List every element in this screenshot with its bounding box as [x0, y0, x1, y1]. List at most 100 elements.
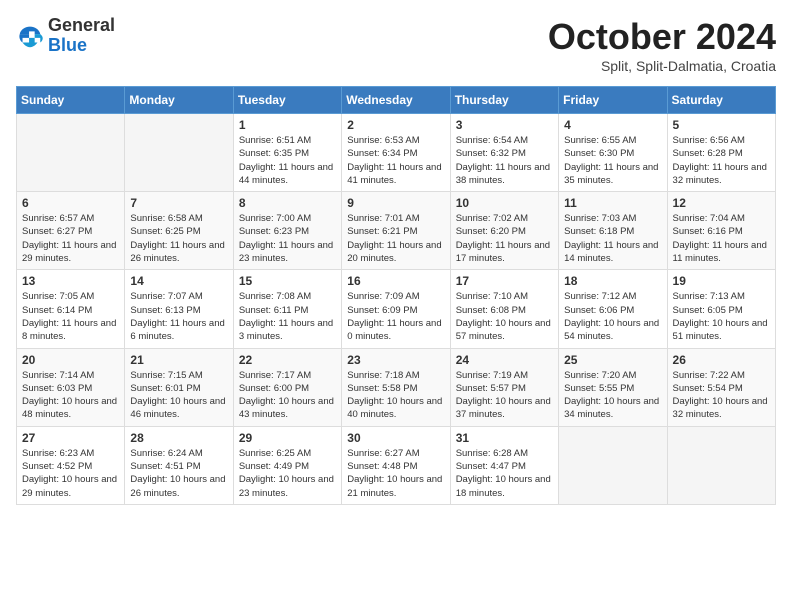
- day-info: Sunrise: 7:00 AM Sunset: 6:23 PM Dayligh…: [239, 212, 336, 265]
- weekday-header-friday: Friday: [559, 87, 667, 114]
- day-number: 8: [239, 196, 336, 210]
- day-info: Sunrise: 6:27 AM Sunset: 4:48 PM Dayligh…: [347, 447, 444, 500]
- day-number: 18: [564, 274, 661, 288]
- day-number: 9: [347, 196, 444, 210]
- calendar-cell: 29 Sunrise: 6:25 AM Sunset: 4:49 PM Dayli…: [233, 426, 341, 504]
- day-info: Sunrise: 6:24 AM Sunset: 4:51 PM Dayligh…: [130, 447, 227, 500]
- calendar-cell: 5Sunrise: 6:56 AM Sunset: 6:28 PM Daylig…: [667, 114, 775, 192]
- day-info: Sunrise: 7:02 AM Sunset: 6:20 PM Dayligh…: [456, 212, 553, 265]
- calendar-cell: 6 Sunrise: 6:57 AM Sunset: 6:27 PM Daylig…: [17, 192, 125, 270]
- calendar-cell: [17, 114, 125, 192]
- calendar-cell: 4Sunrise: 6:55 AM Sunset: 6:30 PM Daylig…: [559, 114, 667, 192]
- day-number: 25: [564, 353, 661, 367]
- day-number: 27: [22, 431, 119, 445]
- calendar-cell: 31Sunrise: 6:28 AM Sunset: 4:47 PM Dayli…: [450, 426, 558, 504]
- calendar-cell: 16Sunrise: 7:09 AM Sunset: 6:09 PM Dayli…: [342, 270, 450, 348]
- calendar-cell: 14 Sunrise: 7:07 AM Sunset: 6:13 PM Dayli…: [125, 270, 233, 348]
- day-number: 3: [456, 118, 553, 132]
- calendar-cell: 23 Sunrise: 7:18 AM Sunset: 5:58 PM Dayli…: [342, 348, 450, 426]
- day-info: Sunrise: 7:12 AM Sunset: 6:06 PM Dayligh…: [564, 290, 661, 343]
- weekday-header-saturday: Saturday: [667, 87, 775, 114]
- week-row-5: 27 Sunrise: 6:23 AM Sunset: 4:52 PM Dayli…: [17, 426, 776, 504]
- day-info: Sunrise: 7:22 AM Sunset: 5:54 PM Dayligh…: [673, 369, 770, 422]
- day-number: 11: [564, 196, 661, 210]
- day-number: 6: [22, 196, 119, 210]
- day-number: 7: [130, 196, 227, 210]
- calendar-cell: 8 Sunrise: 7:00 AM Sunset: 6:23 PM Daylig…: [233, 192, 341, 270]
- calendar-cell: 17Sunrise: 7:10 AM Sunset: 6:08 PM Dayli…: [450, 270, 558, 348]
- calendar-cell: 21 Sunrise: 7:15 AM Sunset: 6:01 PM Dayli…: [125, 348, 233, 426]
- day-number: 5: [673, 118, 770, 132]
- location-subtitle: Split, Split-Dalmatia, Croatia: [548, 58, 776, 74]
- calendar-cell: 9 Sunrise: 7:01 AM Sunset: 6:21 PM Daylig…: [342, 192, 450, 270]
- logo-general: General: [48, 16, 115, 36]
- logo: General Blue: [16, 16, 115, 56]
- day-number: 30: [347, 431, 444, 445]
- weekday-header-row: SundayMondayTuesdayWednesdayThursdayFrid…: [17, 87, 776, 114]
- day-number: 29: [239, 431, 336, 445]
- weekday-header-sunday: Sunday: [17, 87, 125, 114]
- weekday-header-monday: Monday: [125, 87, 233, 114]
- day-number: 14: [130, 274, 227, 288]
- calendar-cell: 1Sunrise: 6:51 AM Sunset: 6:35 PM Daylig…: [233, 114, 341, 192]
- day-info: Sunrise: 7:18 AM Sunset: 5:58 PM Dayligh…: [347, 369, 444, 422]
- calendar-cell: 15Sunrise: 7:08 AM Sunset: 6:11 PM Dayli…: [233, 270, 341, 348]
- day-info: Sunrise: 6:57 AM Sunset: 6:27 PM Dayligh…: [22, 212, 119, 265]
- day-number: 4: [564, 118, 661, 132]
- day-number: 12: [673, 196, 770, 210]
- day-number: 19: [673, 274, 770, 288]
- month-title: October 2024: [548, 16, 776, 58]
- week-row-4: 20 Sunrise: 7:14 AM Sunset: 6:03 PM Dayli…: [17, 348, 776, 426]
- day-info: Sunrise: 6:28 AM Sunset: 4:47 PM Dayligh…: [456, 447, 553, 500]
- calendar-cell: 7 Sunrise: 6:58 AM Sunset: 6:25 PM Daylig…: [125, 192, 233, 270]
- day-number: 23: [347, 353, 444, 367]
- day-info: Sunrise: 6:25 AM Sunset: 4:49 PM Dayligh…: [239, 447, 336, 500]
- day-number: 22: [239, 353, 336, 367]
- day-number: 16: [347, 274, 444, 288]
- calendar-cell: [125, 114, 233, 192]
- calendar-cell: 2 Sunrise: 6:53 AM Sunset: 6:34 PM Daylig…: [342, 114, 450, 192]
- week-row-3: 13Sunrise: 7:05 AM Sunset: 6:14 PM Dayli…: [17, 270, 776, 348]
- day-info: Sunrise: 7:04 AM Sunset: 6:16 PM Dayligh…: [673, 212, 770, 265]
- calendar-cell: 3 Sunrise: 6:54 AM Sunset: 6:32 PM Daylig…: [450, 114, 558, 192]
- calendar-cell: 20 Sunrise: 7:14 AM Sunset: 6:03 PM Dayli…: [17, 348, 125, 426]
- day-number: 21: [130, 353, 227, 367]
- calendar-cell: 30 Sunrise: 6:27 AM Sunset: 4:48 PM Dayli…: [342, 426, 450, 504]
- day-info: Sunrise: 6:53 AM Sunset: 6:34 PM Dayligh…: [347, 134, 444, 187]
- calendar-cell: 19 Sunrise: 7:13 AM Sunset: 6:05 PM Dayli…: [667, 270, 775, 348]
- day-info: Sunrise: 7:17 AM Sunset: 6:00 PM Dayligh…: [239, 369, 336, 422]
- calendar-cell: [559, 426, 667, 504]
- day-number: 20: [22, 353, 119, 367]
- calendar-cell: 25 Sunrise: 7:20 AM Sunset: 5:55 PM Dayli…: [559, 348, 667, 426]
- weekday-header-wednesday: Wednesday: [342, 87, 450, 114]
- day-number: 15: [239, 274, 336, 288]
- day-info: Sunrise: 7:10 AM Sunset: 6:08 PM Dayligh…: [456, 290, 553, 343]
- calendar-cell: 26 Sunrise: 7:22 AM Sunset: 5:54 PM Dayli…: [667, 348, 775, 426]
- calendar-cell: 13Sunrise: 7:05 AM Sunset: 6:14 PM Dayli…: [17, 270, 125, 348]
- day-number: 1: [239, 118, 336, 132]
- day-number: 10: [456, 196, 553, 210]
- calendar-cell: 24Sunrise: 7:19 AM Sunset: 5:57 PM Dayli…: [450, 348, 558, 426]
- day-info: Sunrise: 7:01 AM Sunset: 6:21 PM Dayligh…: [347, 212, 444, 265]
- weekday-header-thursday: Thursday: [450, 87, 558, 114]
- calendar-table: SundayMondayTuesdayWednesdayThursdayFrid…: [16, 86, 776, 505]
- day-number: 2: [347, 118, 444, 132]
- day-info: Sunrise: 7:13 AM Sunset: 6:05 PM Dayligh…: [673, 290, 770, 343]
- calendar-cell: 22 Sunrise: 7:17 AM Sunset: 6:00 PM Dayli…: [233, 348, 341, 426]
- day-info: Sunrise: 7:14 AM Sunset: 6:03 PM Dayligh…: [22, 369, 119, 422]
- day-info: Sunrise: 6:23 AM Sunset: 4:52 PM Dayligh…: [22, 447, 119, 500]
- logo-icon: [16, 22, 44, 50]
- day-info: Sunrise: 6:58 AM Sunset: 6:25 PM Dayligh…: [130, 212, 227, 265]
- day-info: Sunrise: 7:15 AM Sunset: 6:01 PM Dayligh…: [130, 369, 227, 422]
- day-info: Sunrise: 7:03 AM Sunset: 6:18 PM Dayligh…: [564, 212, 661, 265]
- day-number: 24: [456, 353, 553, 367]
- day-info: Sunrise: 7:05 AM Sunset: 6:14 PM Dayligh…: [22, 290, 119, 343]
- calendar-cell: [667, 426, 775, 504]
- day-info: Sunrise: 7:20 AM Sunset: 5:55 PM Dayligh…: [564, 369, 661, 422]
- day-info: Sunrise: 7:07 AM Sunset: 6:13 PM Dayligh…: [130, 290, 227, 343]
- calendar-cell: 18 Sunrise: 7:12 AM Sunset: 6:06 PM Dayli…: [559, 270, 667, 348]
- header: General Blue October 2024 Split, Split-D…: [16, 16, 776, 74]
- day-number: 28: [130, 431, 227, 445]
- day-info: Sunrise: 6:54 AM Sunset: 6:32 PM Dayligh…: [456, 134, 553, 187]
- day-number: 26: [673, 353, 770, 367]
